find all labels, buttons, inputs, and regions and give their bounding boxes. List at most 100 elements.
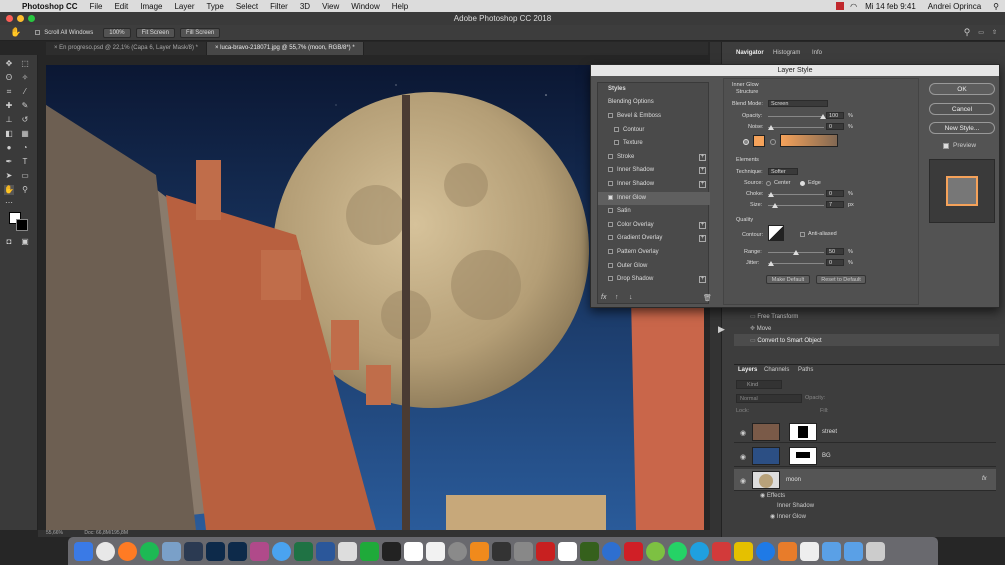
menu-file[interactable]: File xyxy=(90,2,103,11)
app-icon[interactable] xyxy=(492,541,511,561)
gradient-tool-icon[interactable]: ▦ xyxy=(20,129,30,139)
clock[interactable]: Mi 14 feb 9:41 xyxy=(865,2,916,11)
fx-icon[interactable]: fx xyxy=(982,476,987,482)
zoom-100-button[interactable]: 100% xyxy=(103,27,131,38)
folder-icon[interactable] xyxy=(822,541,841,561)
shape-tool-icon[interactable]: ▭ xyxy=(20,171,30,181)
style-checkbox[interactable] xyxy=(608,208,613,214)
calendar-icon[interactable] xyxy=(404,541,423,561)
whatsapp-icon[interactable] xyxy=(668,541,687,561)
style-checkbox[interactable] xyxy=(608,221,613,227)
effect-item[interactable]: Inner Shadow xyxy=(777,503,814,509)
close-window-button[interactable] xyxy=(6,15,13,22)
workspace-icon[interactable]: ▭ xyxy=(978,29,984,36)
excel-icon[interactable] xyxy=(294,541,313,561)
menu-window[interactable]: Window xyxy=(351,2,379,11)
menu-filter[interactable]: Filter xyxy=(270,2,288,11)
blending-options-item[interactable]: Blending Options xyxy=(598,96,710,109)
quick-mask-icon[interactable]: ◘ xyxy=(4,237,14,247)
screen-mode-icon[interactable]: ▣ xyxy=(20,237,30,247)
style-item[interactable]: Inner Shadow + xyxy=(598,178,710,191)
brush-tool-icon[interactable]: ✎ xyxy=(20,101,30,111)
app-store-icon[interactable] xyxy=(756,541,775,561)
tab-layers[interactable]: Layers xyxy=(738,367,757,373)
wifi-icon[interactable]: ◠ xyxy=(850,2,857,11)
cancel-button[interactable]: Cancel xyxy=(929,103,995,115)
marquee-tool-icon[interactable]: ⬚ xyxy=(20,59,30,69)
tab-paths[interactable]: Paths xyxy=(798,367,813,373)
user-name[interactable]: Andrei Oprinca xyxy=(928,2,981,11)
opacity-input[interactable]: 100 xyxy=(826,112,844,119)
layer-mask-thumbnail[interactable] xyxy=(789,447,817,465)
add-style-icon[interactable]: + xyxy=(699,235,706,243)
pen-tool-icon[interactable]: ✒ xyxy=(4,157,14,167)
style-item[interactable]: Satin xyxy=(598,205,710,218)
add-style-icon[interactable]: + xyxy=(699,167,706,175)
jitter-slider-handle[interactable] xyxy=(768,261,774,266)
notes-icon[interactable] xyxy=(426,541,445,561)
dreamweaver-icon[interactable] xyxy=(580,541,599,561)
style-item[interactable]: Contour xyxy=(598,124,710,137)
menu-edit[interactable]: Edit xyxy=(114,2,128,11)
noise-slider-handle[interactable] xyxy=(768,125,774,130)
add-style-icon[interactable]: + xyxy=(699,153,706,161)
firefox-icon[interactable] xyxy=(118,541,137,561)
tab-info[interactable]: Info xyxy=(812,50,822,56)
app-icon[interactable] xyxy=(514,541,533,561)
layer-name[interactable]: moon xyxy=(786,477,801,483)
effect-item[interactable]: ◉ Inner Glow xyxy=(770,513,806,520)
app-menu[interactable]: Photoshop CC xyxy=(22,2,78,11)
eye-icon[interactable]: ◉ xyxy=(740,477,746,485)
style-item[interactable]: Inner Glow xyxy=(598,191,710,205)
background-color[interactable] xyxy=(16,219,28,231)
menu-3d[interactable]: 3D xyxy=(300,2,310,11)
gradient-radio[interactable] xyxy=(770,139,776,145)
choke-slider[interactable] xyxy=(768,194,824,195)
safari-icon[interactable] xyxy=(272,541,291,561)
move-tool-icon[interactable]: ✥ xyxy=(4,59,14,69)
eraser-icon[interactable]: ◧ xyxy=(4,129,14,139)
layer-row[interactable]: ◉ BG xyxy=(734,445,996,467)
eye-icon[interactable]: ◉ xyxy=(740,453,746,461)
app-icon[interactable] xyxy=(624,541,643,561)
path-select-icon[interactable]: ➤ xyxy=(4,171,14,181)
app-icon[interactable] xyxy=(646,541,665,561)
dodge-tool-icon[interactable]: ◔ xyxy=(20,143,30,153)
status-zoom[interactable]: 55,66% xyxy=(46,530,63,536)
stamp-tool-icon[interactable]: ⊥ xyxy=(4,115,14,125)
style-checkbox[interactable] xyxy=(608,276,613,282)
noise-slider[interactable] xyxy=(768,127,824,128)
opacity-slider[interactable] xyxy=(768,116,824,117)
photoshop-cc-icon[interactable] xyxy=(228,541,247,561)
document-icon[interactable] xyxy=(800,541,819,561)
vlc-icon[interactable] xyxy=(470,541,489,561)
tab-channels[interactable]: Channels xyxy=(764,367,789,373)
layer-name[interactable]: BG xyxy=(822,453,831,459)
telegram-icon[interactable] xyxy=(162,541,181,561)
zoom-window-button[interactable] xyxy=(28,15,35,22)
noise-input[interactable]: 0 xyxy=(826,123,844,130)
downloads-icon[interactable] xyxy=(844,541,863,561)
app-icon[interactable] xyxy=(602,541,621,561)
menu-view[interactable]: View xyxy=(322,2,339,11)
fit-screen-button[interactable]: Fit Screen xyxy=(135,27,175,38)
layer-effects-label[interactable]: ◉ Effects xyxy=(760,492,785,499)
source-center-radio[interactable] xyxy=(766,181,771,186)
layer-kind-filter[interactable]: Kind xyxy=(736,380,782,389)
style-checkbox[interactable] xyxy=(608,262,613,268)
settings-icon[interactable] xyxy=(448,541,467,561)
eye-icon[interactable]: ◉ xyxy=(740,429,746,437)
choke-input[interactable]: 0 xyxy=(826,190,844,197)
style-item[interactable]: Texture xyxy=(598,137,710,150)
lightroom-icon[interactable] xyxy=(184,541,203,561)
share-icon[interactable]: ⇧ xyxy=(992,29,997,36)
search-icon[interactable]: ⚲ xyxy=(993,2,999,11)
move-up-icon[interactable]: ↑ xyxy=(615,294,619,301)
terminal-icon[interactable] xyxy=(382,541,401,561)
layer-mask-thumbnail[interactable] xyxy=(789,423,817,441)
history-item[interactable]: ✥ Move xyxy=(750,325,771,332)
move-down-icon[interactable]: ↓ xyxy=(629,294,633,301)
layer-row[interactable]: ◉ street xyxy=(734,421,996,443)
status-app-icon[interactable] xyxy=(836,2,845,10)
add-style-icon[interactable]: + xyxy=(699,181,706,188)
